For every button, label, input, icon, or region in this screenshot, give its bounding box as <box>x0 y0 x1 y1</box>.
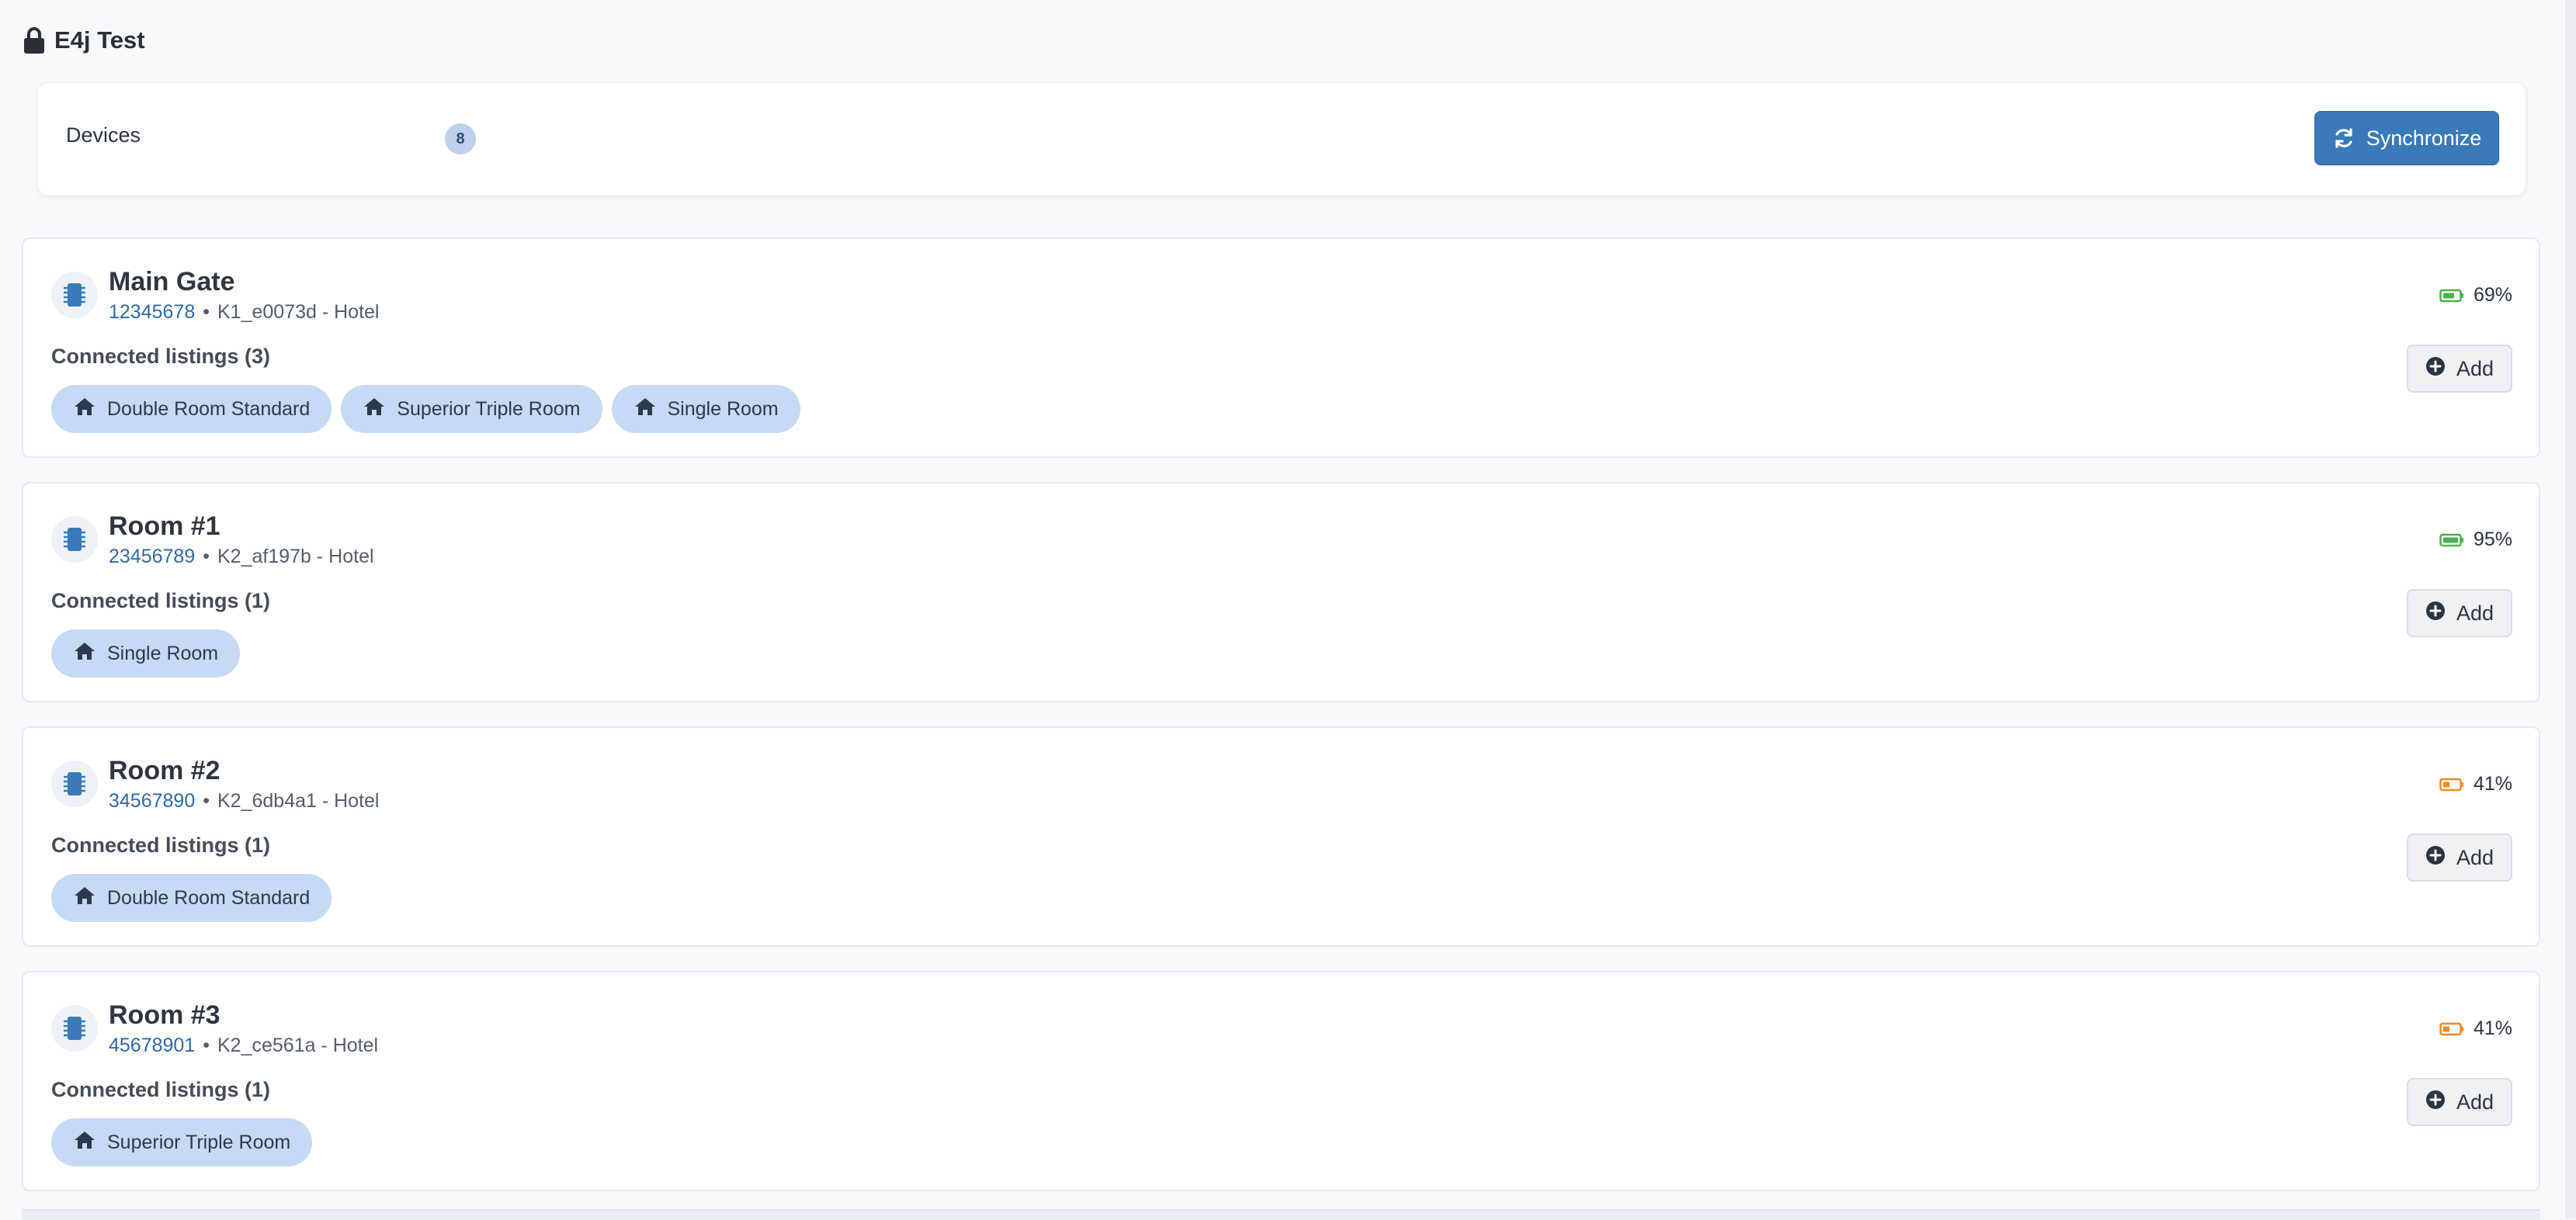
device-code: K1_e0073d - Hotel <box>217 301 380 323</box>
listing-label: Superior Triple Room <box>397 397 581 420</box>
synchronize-label: Synchronize <box>2366 126 2482 150</box>
device-chip-icon <box>51 761 98 807</box>
lock-icon <box>24 27 44 54</box>
scrollbar-track[interactable] <box>2566 0 2576 1218</box>
home-icon <box>73 1130 96 1156</box>
sync-icon <box>2335 128 2352 148</box>
device-card: Main Gate 12345678 • K1_e0073d - Hotel 69%… <box>22 237 2540 458</box>
device-code: K2_6db4a1 - Hotel <box>217 790 380 812</box>
device-name: Room #3 <box>109 1000 220 1030</box>
battery-icon <box>2439 1022 2463 1035</box>
listing-pill[interactable]: Superior Triple Room <box>341 385 602 433</box>
listing-pills: Superior Triple Room <box>51 1118 313 1166</box>
device-chip-icon <box>51 1005 98 1052</box>
device-chip-icon <box>51 272 98 318</box>
battery-status: 41% <box>2439 1017 2512 1040</box>
add-label: Add <box>2456 356 2494 380</box>
add-listing-button[interactable]: Add <box>2407 834 2512 882</box>
add-label: Add <box>2456 1090 2494 1114</box>
devices-count-badge: 8 <box>445 123 476 154</box>
device-name: Room #2 <box>109 756 220 785</box>
listing-pill[interactable]: Single Room <box>611 385 800 433</box>
page-header: E4j Test <box>23 23 145 57</box>
listing-label: Superior Triple Room <box>107 1131 291 1153</box>
listing-pill[interactable]: Superior Triple Room <box>51 1118 313 1166</box>
battery-percent: 41% <box>2473 1017 2512 1039</box>
plus-circle-icon <box>2425 601 2446 626</box>
device-meta: 34567890 • K2_6db4a1 - Hotel <box>109 790 379 813</box>
battery-percent: 69% <box>2473 284 2512 306</box>
home-icon <box>634 397 657 422</box>
add-listing-button[interactable]: Add <box>2407 1078 2512 1126</box>
battery-icon <box>2439 778 2463 791</box>
device-meta: 23456789 • K2_af197b - Hotel <box>109 546 374 568</box>
home-icon <box>73 641 96 667</box>
listing-pill[interactable]: Double Room Standard <box>51 385 332 433</box>
listing-pills: Double Room Standard <box>51 874 332 922</box>
device-name: Room #1 <box>109 511 220 541</box>
battery-status: 41% <box>2439 773 2512 795</box>
add-listing-button[interactable]: Add <box>2407 589 2512 637</box>
device-name: Main Gate <box>109 267 235 296</box>
battery-icon <box>2439 533 2463 546</box>
device-meta: 12345678 • K1_e0073d - Hotel <box>109 301 379 324</box>
separator-dot: • <box>203 1035 210 1056</box>
device-card: Room #1 23456789 • K2_af197b - Hotel 95% C… <box>22 482 2540 702</box>
device-chip-icon <box>51 516 98 563</box>
synchronize-button[interactable]: Synchronize <box>2314 111 2499 165</box>
listing-pills: Double Room Standard Superior Triple Room… <box>51 385 800 433</box>
battery-percent: 41% <box>2473 773 2512 795</box>
page-title: E4j Test <box>54 26 145 54</box>
device-meta: 45678901 • K2_ce561a - Hotel <box>109 1035 378 1057</box>
add-label: Add <box>2456 845 2494 869</box>
plus-circle-icon <box>2425 1090 2446 1115</box>
listing-label: Double Room Standard <box>107 886 311 909</box>
device-code: K2_af197b - Hotel <box>217 546 374 567</box>
add-label: Add <box>2456 601 2494 625</box>
connected-listings-label: Connected listings (1) <box>51 834 271 857</box>
listing-pills: Single Room <box>51 629 241 678</box>
home-icon <box>363 397 386 422</box>
devices-label: Devices <box>66 123 141 147</box>
home-icon <box>73 397 96 422</box>
device-serial-link[interactable]: 45678901 <box>109 1035 195 1056</box>
battery-percent: 95% <box>2473 529 2512 550</box>
battery-status: 95% <box>2439 529 2512 551</box>
separator-dot: • <box>203 301 210 323</box>
home-icon <box>73 886 96 911</box>
listing-label: Single Room <box>667 397 779 420</box>
battery-status: 69% <box>2439 284 2512 307</box>
plus-circle-icon <box>2425 845 2446 871</box>
device-code: K2_ce561a - Hotel <box>217 1035 379 1056</box>
connected-listings-label: Connected listings (1) <box>51 1078 271 1101</box>
device-serial-link[interactable]: 12345678 <box>109 301 195 323</box>
devices-summary-card: Devices 8 Synchronize <box>37 82 2526 196</box>
listing-label: Single Room <box>107 642 219 664</box>
battery-icon <box>2439 289 2463 302</box>
connected-listings-label: Connected listings (1) <box>51 589 271 612</box>
listing-label: Double Room Standard <box>107 397 311 420</box>
connected-listings-label: Connected listings (3) <box>51 345 271 368</box>
listing-pill[interactable]: Double Room Standard <box>51 874 332 922</box>
plus-circle-icon <box>2425 356 2446 382</box>
add-listing-button[interactable]: Add <box>2407 345 2512 393</box>
listing-pill[interactable]: Single Room <box>51 629 241 678</box>
device-card: Room #3 45678901 • K2_ce561a - Hotel 41% C… <box>22 971 2540 1191</box>
separator-dot: • <box>203 790 210 812</box>
device-serial-link[interactable]: 23456789 <box>109 546 195 567</box>
separator-dot: • <box>203 546 210 567</box>
device-serial-link[interactable]: 34567890 <box>109 790 195 812</box>
device-card: Room #2 34567890 • K2_6db4a1 - Hotel 41% C… <box>22 726 2540 947</box>
